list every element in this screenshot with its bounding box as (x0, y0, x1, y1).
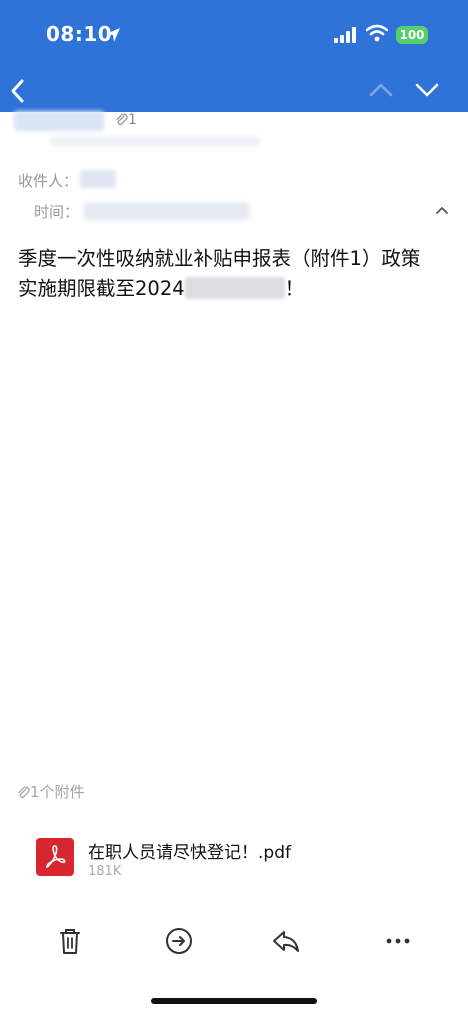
attachment-name[interactable]: 在职人员请尽快登记！.pdf (88, 838, 291, 863)
reply-icon[interactable] (270, 926, 302, 956)
recipient-redacted (80, 170, 116, 188)
time-redacted (84, 202, 250, 220)
recipient-label: 收件人： (18, 172, 79, 190)
trash-icon[interactable] (56, 926, 84, 956)
email-body-line-2: 实施期限截至2024 ！ (18, 274, 458, 304)
home-indicator (151, 998, 317, 1004)
attachment-size: 181K (88, 864, 122, 879)
time-label: 时间： (34, 203, 80, 221)
attachments-header: 1个附件 (16, 781, 85, 802)
paperclip-icon (18, 786, 30, 799)
location-arrow-icon (106, 28, 120, 42)
email-body-line-2-suffix: ！ (284, 277, 305, 300)
sender-name-redacted (14, 111, 104, 131)
email-body-line-1: 季度一次性吸纳就业补贴申报表（附件1）政策 (18, 247, 421, 270)
pdf-file-icon[interactable] (36, 838, 74, 876)
collapse-chevron-up-icon[interactable] (434, 204, 450, 216)
wifi-icon (366, 24, 388, 42)
paperclip-icon (116, 113, 128, 126)
status-time: 08:10 (46, 22, 113, 46)
attachment-count-number: 1 (128, 112, 137, 128)
email-body: 季度一次性吸纳就业补贴申报表（附件1）政策 实施期限截至2024 ！ (18, 244, 458, 304)
battery-indicator: 100 (396, 26, 428, 44)
top-bar: 08:10 100 (0, 0, 468, 112)
more-icon[interactable] (384, 926, 412, 956)
attachment-count: 1 (114, 112, 137, 128)
signal-icon (334, 27, 356, 43)
chevron-down-icon[interactable] (414, 80, 440, 100)
date-redacted (184, 277, 285, 299)
sender-address-redacted (50, 136, 260, 146)
attachments-header-label: 1个附件 (30, 783, 85, 801)
chevron-up-icon[interactable] (368, 80, 394, 100)
forward-icon[interactable] (164, 926, 194, 956)
chevron-left-icon[interactable] (6, 76, 30, 106)
email-body-line-2-prefix: 实施期限截至2024 (18, 277, 185, 300)
